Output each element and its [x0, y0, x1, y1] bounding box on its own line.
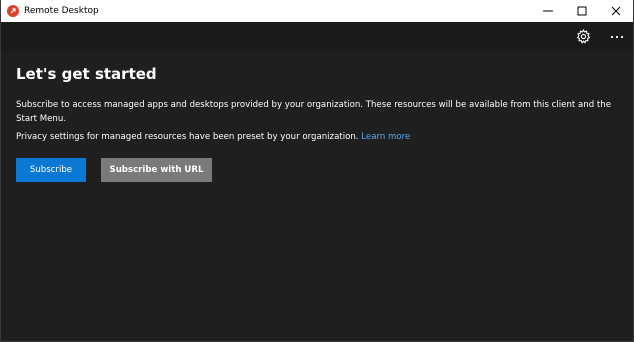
settings-button[interactable] [567, 22, 599, 51]
learn-more-link[interactable]: Learn more [361, 132, 410, 142]
app-bar [1, 22, 633, 51]
privacy-notice: Privacy settings for managed resources h… [16, 130, 410, 144]
main-content: Let's get started Subscribe to access ma… [1, 51, 633, 341]
more-icon [610, 35, 624, 38]
title-bar[interactable]: Remote Desktop [1, 0, 633, 22]
remote-desktop-icon [7, 5, 19, 17]
window-title: Remote Desktop [24, 6, 99, 16]
description-text: Subscribe to access managed apps and des… [16, 100, 611, 124]
more-options-button[interactable] [601, 22, 633, 51]
close-button[interactable] [599, 0, 633, 22]
minimize-icon [543, 10, 553, 12]
maximize-button[interactable] [565, 0, 599, 22]
gear-icon [576, 29, 590, 44]
privacy-text: Privacy settings for managed resources h… [16, 132, 362, 142]
app-window: Remote Desktop Let's get started Subscri… [0, 0, 634, 342]
page-title: Let's get started [16, 65, 157, 83]
minimize-button[interactable] [531, 0, 565, 22]
close-icon [611, 6, 621, 16]
maximize-icon [577, 6, 587, 16]
subscribe-with-url-button[interactable]: Subscribe with URL [101, 158, 212, 182]
window-controls [531, 0, 633, 22]
subscribe-button[interactable]: Subscribe [16, 158, 86, 182]
